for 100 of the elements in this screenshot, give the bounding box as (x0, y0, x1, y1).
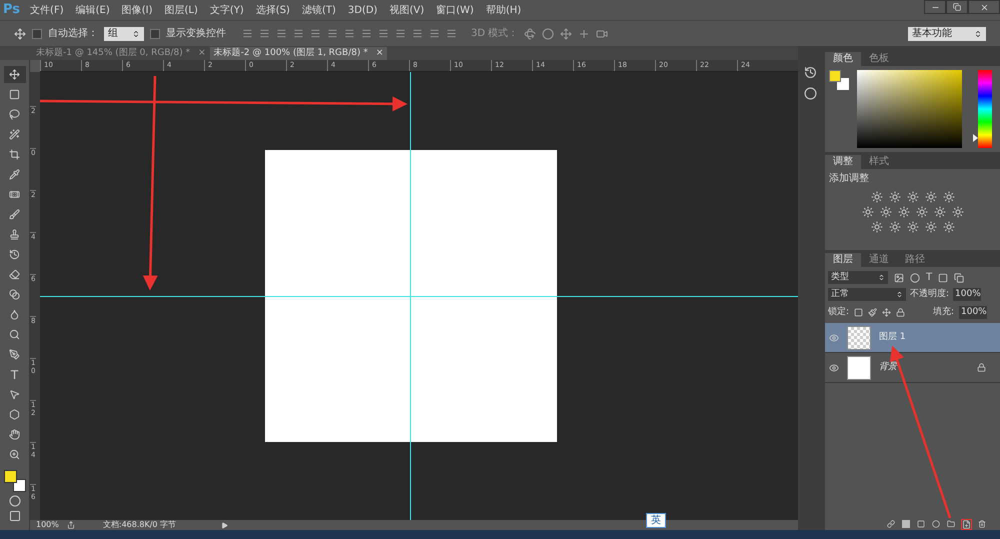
align-icon[interactable] (412, 28, 423, 39)
adjustment-icon[interactable] (934, 206, 946, 218)
ime-toolbar[interactable]: 英 (646, 513, 666, 528)
move-icon[interactable] (882, 308, 892, 317)
hue-slider-thumb[interactable] (973, 134, 978, 142)
fill-field[interactable]: 100% (959, 306, 987, 319)
adjustment-icon[interactable] (924, 191, 936, 203)
move-tool-icon (9, 69, 20, 80)
adjustment-icon[interactable] (942, 221, 954, 233)
panel-tab[interactable]: 图层 (825, 253, 861, 267)
align-icon[interactable] (395, 28, 406, 39)
stepper-icon (132, 30, 140, 38)
menu-item[interactable]: 文字(Y) (210, 2, 244, 18)
folder-icon[interactable] (947, 520, 955, 528)
layer-thumbnail (847, 326, 871, 350)
adjustment-icon[interactable] (870, 191, 882, 203)
panel-tab[interactable]: 调整 (825, 155, 861, 169)
link-icon[interactable] (887, 520, 895, 528)
image-filter-icon[interactable] (894, 272, 904, 282)
align-icon[interactable] (429, 28, 440, 39)
foreground-color-swatch[interactable] (4, 470, 16, 483)
camera-icon[interactable] (596, 28, 608, 40)
menu-item[interactable]: 编辑(E) (76, 2, 110, 18)
align-icon[interactable] (276, 28, 287, 39)
share-icon[interactable] (66, 521, 75, 529)
move-tool-icon[interactable] (14, 28, 26, 40)
rotate-icon[interactable] (524, 28, 536, 40)
blend-mode-dropdown[interactable]: 正常 (828, 288, 906, 302)
layer-row[interactable]: 背景 (825, 353, 1000, 383)
color-field[interactable] (857, 70, 962, 148)
stepper-icon (878, 274, 885, 281)
history-tool-icon (9, 249, 20, 260)
workspace-dropdown[interactable]: 基本功能 (908, 26, 986, 40)
align-icon[interactable] (259, 28, 270, 39)
trash-icon[interactable] (978, 520, 986, 528)
auto-select-dropdown[interactable]: 组 (104, 26, 144, 40)
adjustment-icon[interactable] (924, 221, 936, 233)
lock-icon[interactable] (896, 308, 906, 317)
adjustment-icon[interactable] (880, 206, 892, 218)
blur-tool-icon (9, 309, 20, 320)
menu-item[interactable]: 图像(I) (122, 2, 152, 18)
opacity-field[interactable]: 100% (953, 288, 982, 302)
tool-button[interactable] (4, 66, 26, 83)
panel-tab[interactable]: 颜色 (825, 52, 861, 66)
align-icon[interactable] (344, 28, 355, 39)
checkbox[interactable] (150, 28, 160, 38)
checkbox[interactable] (32, 28, 42, 38)
align-icon[interactable] (242, 28, 253, 39)
drag-icon[interactable] (560, 28, 572, 40)
adjustment-icon[interactable] (916, 206, 928, 218)
stepper-icon (896, 291, 903, 298)
menu-item[interactable]: 帮助(H) (486, 2, 522, 18)
path-tool-icon (9, 389, 20, 400)
align-icon[interactable] (446, 28, 457, 39)
layer-row[interactable]: 图层 1 (825, 323, 1000, 353)
adjustment-icon[interactable] (862, 206, 874, 218)
foreground-color-swatch[interactable] (829, 70, 841, 82)
menu-item[interactable]: 滤镜(T) (302, 2, 336, 18)
menu-item[interactable]: 视图(V) (389, 2, 424, 18)
play-icon[interactable] (220, 522, 228, 528)
document-tab[interactable]: 未标题-2 @ 100% (图层 1, RGB/8) * × (210, 47, 388, 60)
shape-filter-icon[interactable] (938, 272, 948, 282)
align-icon[interactable] (361, 28, 372, 39)
adjustment-icon[interactable] (898, 206, 910, 218)
stamp-tool-icon (9, 229, 20, 240)
adjustment-icon[interactable] (870, 221, 882, 233)
adjustment-icon[interactable] (952, 206, 964, 218)
crop-tool-icon (9, 149, 20, 160)
menu-item[interactable]: 文件(F) (30, 2, 64, 18)
eyedropper-tool-icon (9, 169, 20, 180)
restore-button[interactable] (946, 0, 968, 14)
visibility-icon[interactable] (829, 362, 839, 372)
close-icon (980, 2, 988, 12)
app-logo: Ps (3, 1, 20, 20)
adjustment-icon[interactable] (906, 191, 918, 203)
layer-thumbnail (847, 356, 871, 380)
adjustment-icon[interactable] (888, 191, 900, 203)
menu-item[interactable]: 选择(S) (256, 2, 290, 18)
align-icon[interactable] (378, 28, 389, 39)
type-filter-button[interactable]: T (926, 270, 932, 285)
zoom-tool-icon (9, 449, 20, 460)
close-button[interactable] (968, 0, 1000, 14)
align-icon[interactable] (327, 28, 338, 39)
filter-dropdown[interactable]: 类型 (828, 271, 888, 284)
adjustment-icon[interactable] (906, 221, 918, 233)
menu-item[interactable]: 窗口(W) (436, 2, 474, 18)
heal-tool-icon (9, 189, 20, 200)
align-icon[interactable] (293, 28, 304, 39)
tool-button[interactable]: T (4, 366, 26, 383)
menu-item[interactable]: 图层(L) (164, 2, 198, 18)
menu-item[interactable]: 3D(D) (348, 2, 378, 18)
lasso-tool-icon (9, 109, 20, 120)
adjustment-icon[interactable] (888, 221, 900, 233)
align-icon[interactable] (310, 28, 321, 39)
lock-label: 锁定: (828, 306, 850, 318)
adjustment-icon[interactable] (942, 191, 954, 203)
smart-object-filter-icon[interactable] (954, 272, 964, 282)
history-icon[interactable] (804, 66, 816, 79)
new-layer-icon[interactable] (962, 520, 971, 528)
brush-icon[interactable] (868, 308, 878, 317)
